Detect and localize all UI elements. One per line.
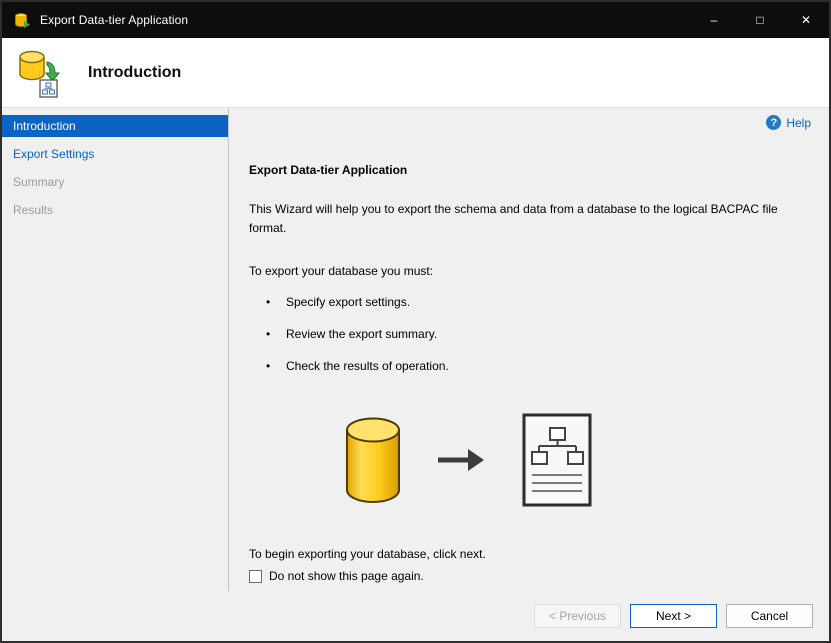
window-controls: – □ ✕ [691,2,829,38]
dont-show-again-checkbox[interactable] [249,569,262,583]
content-heading: Export Data-tier Application [249,163,408,177]
help-link[interactable]: Help [786,116,811,130]
cancel-button[interactable]: Cancel [726,604,813,628]
arrow-right-icon [436,446,486,479]
list-item: • Specify export settings. [266,295,411,310]
sidebar-item-export-settings[interactable]: Export Settings [2,143,228,165]
maximize-button[interactable]: □ [737,2,783,38]
wizard-steps-sidebar: Introduction Export Settings Summary Res… [2,108,229,591]
help-row: ? Help [766,115,811,130]
list-item: • Review the export summary. [266,327,438,342]
database-export-icon [16,48,64,98]
bullet-icon: • [266,359,271,374]
previous-button: < Previous [534,604,621,628]
window-title: Export Data-tier Application [40,13,189,27]
close-button[interactable]: ✕ [783,2,829,38]
export-wizard-window: Export Data-tier Application – □ ✕ Intro… [0,0,831,643]
app-icon [14,12,31,29]
dont-show-again-row[interactable]: Do not show this page again. [249,569,809,583]
wizard-header: Introduction [2,38,829,108]
database-cylinder-icon [344,416,402,509]
requirements-list: • Specify export settings. • Review the ex… [249,295,809,373]
page-title: Introduction [88,63,182,81]
export-illustration [344,411,809,513]
minimize-button[interactable]: – [691,2,737,38]
requirements-label: To export your database you must: [249,264,434,279]
button-bar: < Previous Next > Cancel [2,591,829,641]
wizard-body: Introduction Export Settings Summary Res… [2,108,829,591]
checkbox-label: Do not show this page again. [269,569,424,584]
list-item: • Check the results of operation. [266,359,449,374]
bullet-icon: • [266,295,271,310]
intro-paragraph: This Wizard will help you to export the … [249,202,778,235]
bullet-icon: • [266,327,271,342]
sidebar-item-results: Results [13,203,54,217]
bacpac-file-icon [520,411,594,514]
begin-text: To begin exporting your database, click … [249,547,486,562]
help-icon[interactable]: ? [766,115,782,130]
wizard-content: ? Help Export Data-tier Application This… [229,108,829,591]
next-button[interactable]: Next > [630,604,717,628]
title-bar: Export Data-tier Application – □ ✕ [2,2,829,38]
sidebar-item-summary: Summary [13,175,65,189]
sidebar-item-introduction[interactable]: Introduction [2,115,228,137]
